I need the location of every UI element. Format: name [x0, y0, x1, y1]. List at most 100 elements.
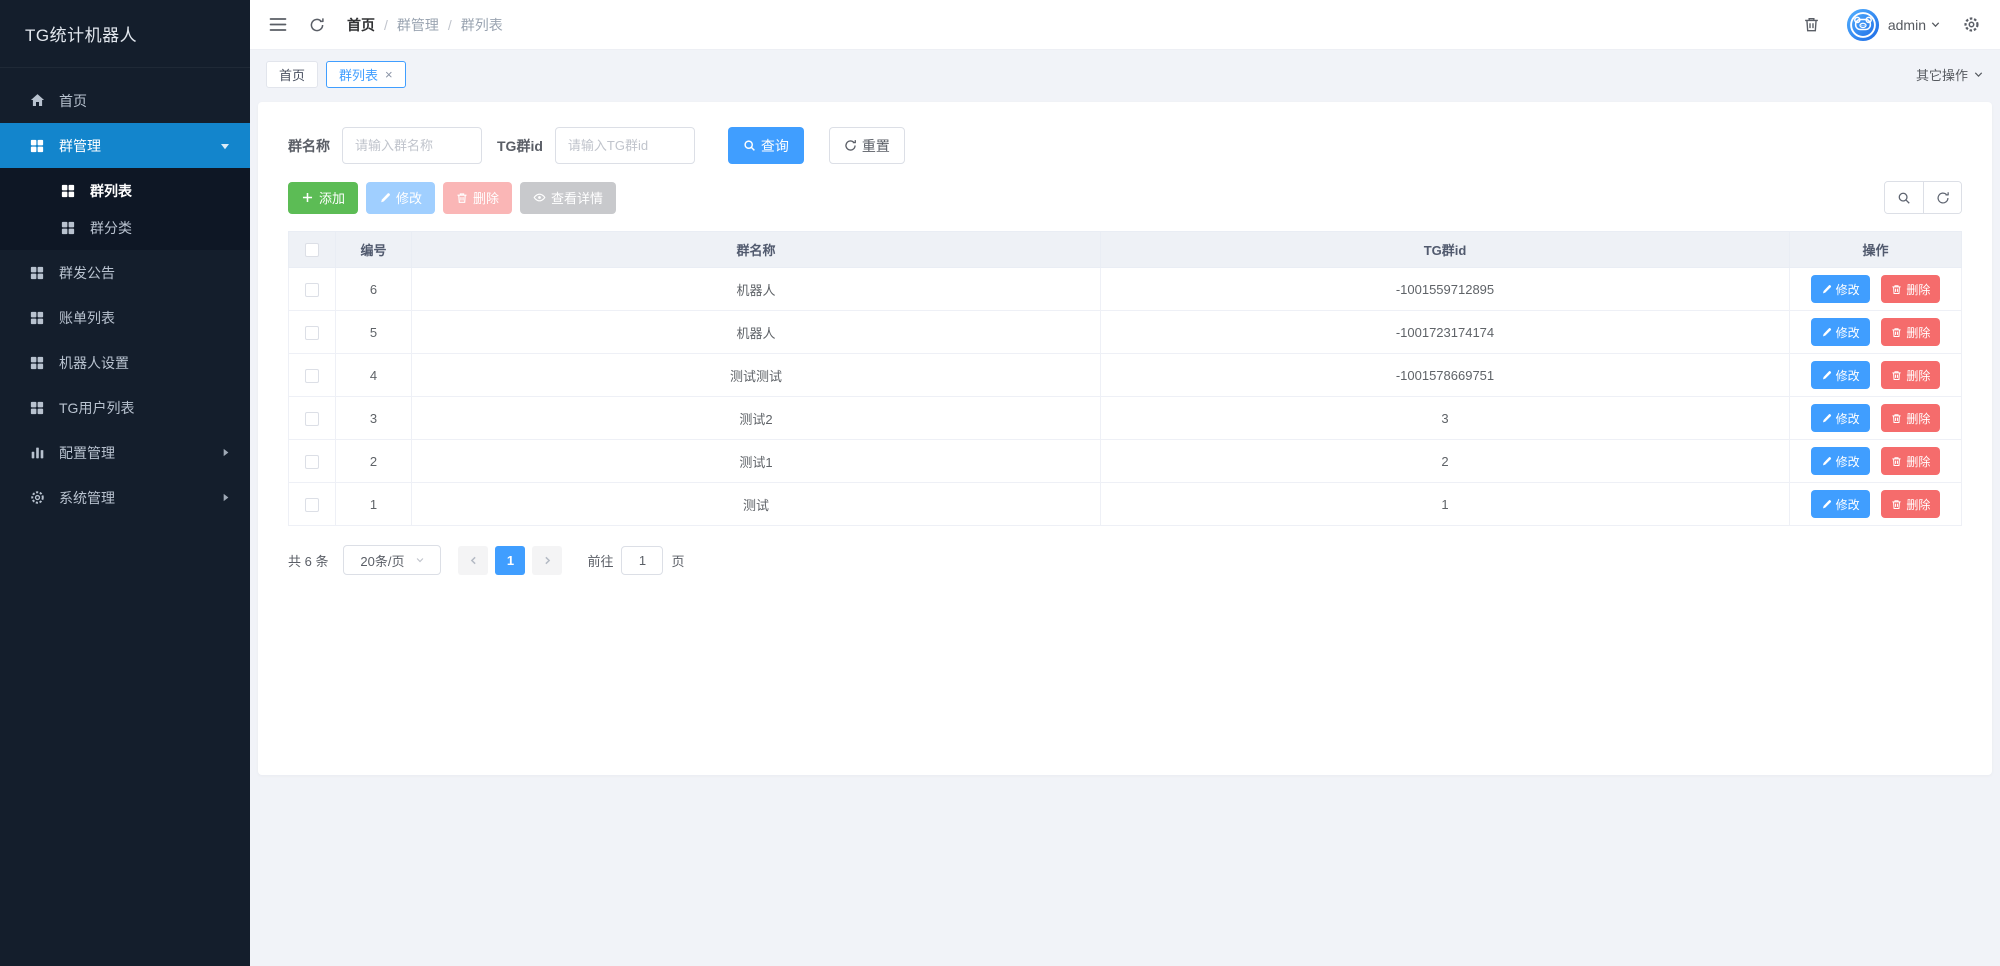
breadcrumb-separator: / [447, 16, 452, 33]
select-all-checkbox[interactable] [305, 243, 319, 258]
cell-tgid: -1001559712895 [1100, 267, 1790, 311]
table-header-row: 编号 群名称 TG群id 操作 [288, 231, 1962, 268]
row-delete-button[interactable]: 删除 [1881, 318, 1941, 346]
row-edit-button[interactable]: 修改 [1810, 361, 1870, 389]
sidebar-item-group-category[interactable]: 群分类 [0, 209, 250, 246]
column-header-name: 群名称 [411, 231, 1101, 268]
page-size-select[interactable]: 20条/页 [343, 545, 442, 575]
view-detail-button-disabled[interactable]: 查看详情 [520, 181, 617, 214]
row-checkbox[interactable] [305, 454, 319, 469]
page-number-button[interactable]: 1 [495, 545, 526, 575]
close-icon[interactable]: × [385, 68, 393, 81]
delete-button-disabled[interactable]: 删除 [443, 181, 513, 214]
row-delete-button[interactable]: 删除 [1881, 447, 1941, 475]
query-button[interactable]: 查询 [727, 127, 804, 164]
pencil-icon [379, 192, 391, 204]
group-name-label: 群名称 [288, 137, 330, 154]
settings-button[interactable] [1963, 16, 1980, 33]
row-delete-label: 删除 [1906, 282, 1931, 297]
sidebar-fold-button[interactable] [269, 17, 287, 32]
table-row: 2 测试1 2 修改 删除 [288, 439, 1962, 483]
row-checkbox[interactable] [305, 411, 319, 426]
table-search-toggle-button[interactable] [1885, 182, 1923, 213]
row-delete-label: 删除 [1906, 325, 1931, 340]
tab-home[interactable]: 首页 [266, 60, 319, 88]
row-edit-button[interactable]: 修改 [1810, 275, 1870, 303]
trash-icon [1803, 16, 1820, 33]
chevron-down-icon [1973, 69, 1984, 80]
sidebar-item-config-management[interactable]: 配置管理 [0, 430, 250, 475]
row-delete-button[interactable]: 删除 [1881, 490, 1941, 518]
page-size-value: 20条/页 [360, 553, 405, 569]
reset-button[interactable]: 重置 [828, 127, 905, 164]
sidebar-item-system-management[interactable]: 系统管理 [0, 475, 250, 520]
avatar[interactable] [1846, 8, 1880, 42]
row-edit-label: 修改 [1835, 368, 1860, 383]
tab-label: 群列表 [339, 67, 379, 83]
refresh-icon [844, 139, 857, 152]
next-page-button[interactable] [532, 545, 563, 575]
cell-name: 机器人 [411, 267, 1101, 311]
column-header-tgid: TG群id [1100, 231, 1790, 268]
row-delete-label: 删除 [1906, 411, 1931, 426]
search-form: 群名称 TG群id 查询 重置 [288, 127, 1962, 164]
row-edit-button[interactable]: 修改 [1810, 490, 1870, 518]
sidebar-menu: 首页 群管理 群列表 群分类 群发公告 账单列表 机器人设置 TG用户列表 配置… [0, 68, 250, 520]
row-edit-button[interactable]: 修改 [1810, 447, 1870, 475]
refresh-icon [309, 17, 325, 33]
row-checkbox[interactable] [305, 282, 319, 297]
user-menu[interactable]: admin [1888, 17, 1941, 33]
add-button-label: 添加 [319, 191, 346, 206]
cell-name: 机器人 [411, 310, 1101, 354]
sidebar-item-label: TG用户列表 [59, 399, 135, 416]
row-checkbox[interactable] [305, 497, 319, 512]
breadcrumb-home[interactable]: 首页 [347, 15, 375, 35]
group-name-input[interactable] [342, 127, 482, 164]
caret-right-icon [221, 448, 230, 457]
row-edit-button[interactable]: 修改 [1810, 318, 1870, 346]
sidebar-item-group-management[interactable]: 群管理 [0, 123, 250, 168]
sidebar-item-bot-settings[interactable]: 机器人设置 [0, 340, 250, 385]
row-delete-label: 删除 [1906, 368, 1931, 383]
sidebar-item-label: 群发公告 [59, 264, 115, 281]
breadcrumb-separator: / [384, 16, 388, 33]
sidebar-item-bill-list[interactable]: 账单列表 [0, 295, 250, 340]
prev-page-button[interactable] [458, 545, 489, 575]
sidebar-item-group-list[interactable]: 群列表 [0, 172, 250, 209]
clear-cache-button[interactable] [1803, 16, 1820, 33]
home-icon [29, 93, 45, 109]
row-edit-label: 修改 [1835, 454, 1860, 469]
row-edit-button[interactable]: 修改 [1810, 404, 1870, 432]
main-area: 首页 / 群管理 / 群列表 admin 首页 群列表 × 其它操作 群名称 请… [250, 0, 2000, 966]
add-button[interactable]: 添加 [288, 181, 359, 214]
sidebar-item-tg-users[interactable]: TG用户列表 [0, 385, 250, 430]
goto-page-input[interactable] [621, 545, 664, 575]
grid-icon [29, 400, 45, 416]
tg-group-id-input[interactable] [554, 127, 695, 164]
row-delete-button[interactable]: 删除 [1881, 404, 1941, 432]
reset-button-label: 重置 [861, 137, 890, 154]
table-body: 6 机器人 -1001559712895 修改 删除 5 机器人 -100172… [288, 267, 1962, 526]
table-row: 1 测试 1 修改 删除 [288, 482, 1962, 526]
goto-label: 前往 [587, 553, 614, 569]
refresh-page-button[interactable] [309, 17, 325, 33]
grid-icon [29, 310, 45, 326]
sidebar-submenu-group-management: 群列表 群分类 [0, 168, 250, 250]
other-operations-label: 其它操作 [1915, 67, 1968, 83]
row-checkbox[interactable] [305, 368, 319, 383]
sidebar-item-broadcast[interactable]: 群发公告 [0, 250, 250, 295]
table-refresh-button[interactable] [1923, 182, 1961, 213]
row-delete-button[interactable]: 删除 [1881, 361, 1941, 389]
bar-chart-icon [29, 445, 45, 461]
sidebar-item-home[interactable]: 首页 [0, 78, 250, 123]
other-operations-dropdown[interactable]: 其它操作 [1916, 65, 1984, 84]
delete-button-label: 删除 [473, 191, 500, 206]
row-edit-label: 修改 [1835, 411, 1860, 426]
chevron-right-icon [542, 555, 553, 566]
tab-group-list[interactable]: 群列表 × [326, 60, 406, 88]
row-delete-button[interactable]: 删除 [1881, 275, 1941, 303]
grid-icon [29, 138, 45, 154]
sidebar: TG统计机器人 首页 群管理 群列表 群分类 群发公告 账单列表 机器人设置 T… [0, 0, 250, 966]
edit-button-disabled[interactable]: 修改 [366, 181, 436, 214]
row-checkbox[interactable] [305, 325, 319, 340]
